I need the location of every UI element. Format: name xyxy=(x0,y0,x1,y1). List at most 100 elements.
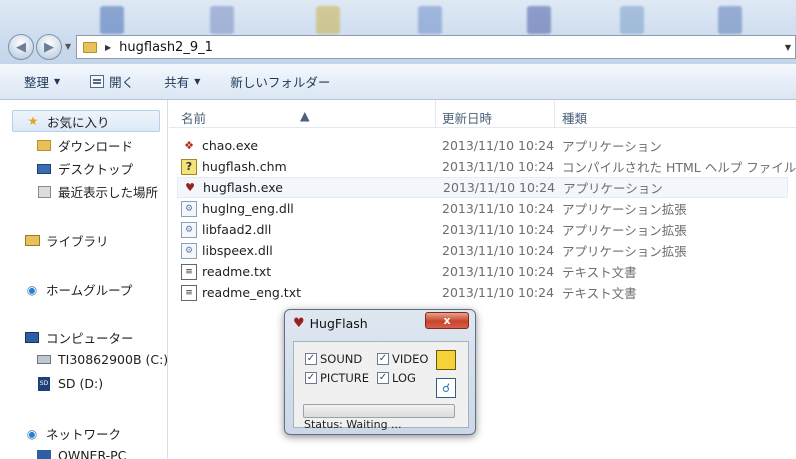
file-date: 2013/11/10 10:24 xyxy=(442,264,555,279)
open-label: 開く xyxy=(109,75,135,90)
open-button[interactable]: 開く xyxy=(90,72,134,91)
file-name: huglng_eng.dll xyxy=(202,201,294,216)
help-file-icon: ? xyxy=(181,158,197,175)
history-dropdown-icon[interactable]: ▼ xyxy=(65,42,71,51)
file-name: chao.exe xyxy=(202,138,259,153)
back-button[interactable]: ◀ xyxy=(8,34,34,60)
address-bar[interactable]: ▶ hugflash2_9_1 ▼ xyxy=(76,35,796,59)
file-type: テキスト文書 xyxy=(562,286,637,301)
breadcrumb-separator-icon[interactable]: ▶ xyxy=(105,43,111,52)
video-checkbox[interactable]: ✓ VIDEO xyxy=(377,352,428,366)
hugflash-dialog: ♥ HugFlash x ✓ SOUND ✓ VIDEO ✓ PICTURE ✓… xyxy=(284,309,476,435)
nav-item-libraries[interactable]: ライブラリ xyxy=(24,231,109,250)
file-name: hugflash.chm xyxy=(202,159,287,174)
file-type: アプリケーション xyxy=(562,139,662,154)
search-document-icon[interactable]: ☌ xyxy=(436,378,456,398)
file-date: 2013/11/10 10:24 xyxy=(443,180,556,195)
nav-label: ライブラリ xyxy=(46,234,109,249)
nav-item-homegroup[interactable]: ◉ ホームグループ xyxy=(24,280,133,299)
nav-label: SD (D:) xyxy=(58,376,104,391)
file-type: アプリケーション拡張 xyxy=(562,223,687,238)
nav-label: OWNER-PC xyxy=(58,448,127,459)
window-top-bar: ◀ ▶ ▼ ▶ hugflash2_9_1 ▼ xyxy=(0,0,796,64)
recent-places-icon xyxy=(36,185,52,199)
picture-label: PICTURE xyxy=(320,371,370,385)
file-date: 2013/11/10 10:24 xyxy=(442,159,555,174)
sound-checkbox[interactable]: ✓ SOUND xyxy=(305,352,362,366)
computer-icon xyxy=(36,448,52,459)
column-header-type[interactable]: 種類 xyxy=(562,108,587,127)
background-desktop-icons xyxy=(0,0,796,34)
file-type: アプリケーション拡張 xyxy=(562,202,687,217)
text-file-icon: ≡ xyxy=(181,284,197,301)
nav-label: ダウンロード xyxy=(58,139,134,154)
download-folder-icon xyxy=(36,139,52,153)
nav-item-drive-d[interactable]: SD SD (D:) xyxy=(36,376,103,391)
file-list: ▲ 名前 更新日時 種類 ❖ chao.exe 2013/11/10 10:24… xyxy=(169,100,796,459)
new-folder-label: 新しいフォルダー xyxy=(230,75,331,90)
nav-label: TI30862900B (C:) xyxy=(58,352,169,367)
file-type: アプリケーション xyxy=(563,181,663,196)
forward-arrow-icon: ▶ xyxy=(44,39,54,55)
network-icon: ◉ xyxy=(26,426,38,441)
file-row[interactable]: ≡ readme.txt 2013/11/10 10:24 テキスト文書 xyxy=(177,261,788,282)
video-label: VIDEO xyxy=(392,352,429,366)
file-type: アプリケーション拡張 xyxy=(562,244,687,259)
file-row[interactable]: ❖ chao.exe 2013/11/10 10:24 アプリケーション xyxy=(177,135,788,156)
command-bar: 整理 ▼ 開く 共有 ▼ 新しいフォルダー xyxy=(0,64,796,100)
text-file-icon: ≡ xyxy=(181,263,197,280)
dll-file-icon: ⚙ xyxy=(181,221,197,238)
nav-item-computer[interactable]: コンピューター xyxy=(24,328,134,347)
dialog-title: HugFlash xyxy=(309,316,368,331)
nav-label: 最近表示した場所 xyxy=(58,185,159,200)
nav-item-favorites[interactable]: ★ お気に入り xyxy=(12,110,160,132)
film-strip-icon[interactable] xyxy=(436,350,456,370)
file-row[interactable]: ♥ hugflash.exe 2013/11/10 10:24 アプリケーション xyxy=(177,177,788,198)
column-header-date[interactable]: 更新日時 xyxy=(442,108,492,127)
status-text: Status: Waiting ... xyxy=(304,418,402,431)
breadcrumb-current-folder[interactable]: hugflash2_9_1 xyxy=(119,40,213,55)
navigation-pane: ★ お気に入り ダウンロード デスクトップ 最近表示した場所 ライブラリ ◉ ホ… xyxy=(0,100,168,459)
share-button[interactable]: 共有 ▼ xyxy=(164,72,200,91)
folder-icon xyxy=(83,41,97,53)
checkmark-icon: ✓ xyxy=(377,372,389,384)
picture-checkbox[interactable]: ✓ PICTURE xyxy=(305,371,369,385)
file-row[interactable]: ≡ readme_eng.txt 2013/11/10 10:24 テキスト文書 xyxy=(177,282,788,303)
nav-item-recent[interactable]: 最近表示した場所 xyxy=(36,182,158,201)
file-row[interactable]: ? hugflash.chm 2013/11/10 10:24 コンパイルされた… xyxy=(177,156,796,177)
back-arrow-icon: ◀ xyxy=(16,39,26,55)
nav-item-network[interactable]: ◉ ネットワーク xyxy=(24,424,121,443)
sort-ascending-icon: ▲ xyxy=(300,108,310,123)
column-header-name[interactable]: 名前 xyxy=(181,108,206,127)
share-label: 共有 xyxy=(164,75,190,90)
log-checkbox[interactable]: ✓ LOG xyxy=(377,371,416,385)
chevron-down-icon: ▼ xyxy=(54,77,61,86)
hugflash-app-icon: ♥ xyxy=(185,181,195,194)
column-header-row: ▲ 名前 更新日時 種類 xyxy=(169,100,796,128)
forward-button[interactable]: ▶ xyxy=(36,34,62,60)
file-date: 2013/11/10 10:24 xyxy=(442,138,555,153)
nav-item-desktop[interactable]: デスクトップ xyxy=(36,159,133,178)
hugflash-app-icon: ♥ xyxy=(293,316,305,331)
file-date: 2013/11/10 10:24 xyxy=(442,222,555,237)
file-row[interactable]: ⚙ huglng_eng.dll 2013/11/10 10:24 アプリケーシ… xyxy=(177,198,788,219)
close-button[interactable]: x xyxy=(425,312,469,329)
organize-button[interactable]: 整理 ▼ xyxy=(24,72,60,91)
nav-item-owner-pc[interactable]: OWNER-PC xyxy=(36,448,126,459)
nav-label: デスクトップ xyxy=(58,162,134,177)
address-dropdown-icon[interactable]: ▼ xyxy=(785,43,791,52)
homegroup-icon: ◉ xyxy=(26,282,38,297)
file-date: 2013/11/10 10:24 xyxy=(442,285,555,300)
file-row[interactable]: ⚙ libfaad2.dll 2013/11/10 10:24 アプリケーション… xyxy=(177,219,788,240)
nav-item-downloads[interactable]: ダウンロード xyxy=(36,136,133,155)
log-label: LOG xyxy=(392,371,416,385)
sd-card-icon: SD xyxy=(36,376,52,391)
dialog-title-bar: ♥ HugFlash xyxy=(293,316,368,331)
file-date: 2013/11/10 10:24 xyxy=(442,243,555,258)
new-folder-button[interactable]: 新しいフォルダー xyxy=(230,72,330,91)
checkmark-icon: ✓ xyxy=(305,372,317,384)
file-row[interactable]: ⚙ libspeex.dll 2013/11/10 10:24 アプリケーション… xyxy=(177,240,788,261)
nav-item-drive-c[interactable]: TI30862900B (C:) xyxy=(36,352,168,367)
dll-file-icon: ⚙ xyxy=(181,242,197,259)
file-name: readme_eng.txt xyxy=(202,285,301,300)
